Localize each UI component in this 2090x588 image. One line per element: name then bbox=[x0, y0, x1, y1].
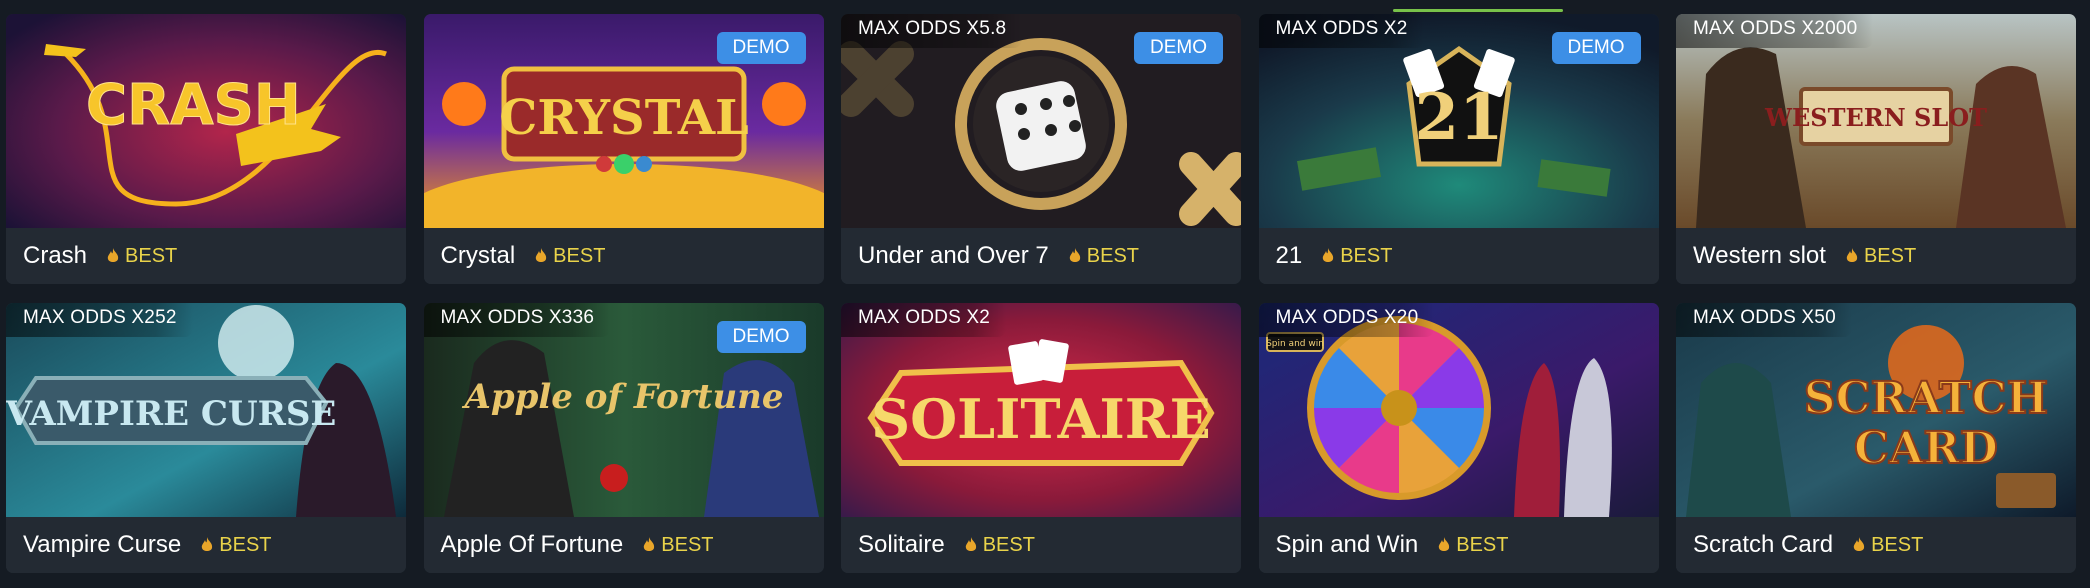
game-title: 21 bbox=[1275, 242, 1303, 269]
game-card-footer: Scratch Card BEST bbox=[1676, 517, 2076, 573]
flame-icon bbox=[965, 537, 976, 551]
game-card-21[interactable]: 21 MAX ODDS X2 DEMO 21 BEST bbox=[1258, 14, 1659, 284]
best-badge: BEST bbox=[107, 245, 177, 268]
max-odds-label: MAX ODDS X20 bbox=[1258, 303, 1435, 337]
best-label: BEST bbox=[1340, 244, 1393, 267]
svg-text:CARD: CARD bbox=[1854, 423, 1998, 474]
game-card-crash[interactable]: CRASH Crash BEST bbox=[6, 14, 406, 284]
game-card-western-slot[interactable]: WESTERN SLOT MAX ODDS X2000 Western slot… bbox=[1676, 14, 2076, 284]
best-badge: BEST bbox=[643, 533, 714, 557]
best-label: BEST bbox=[1456, 533, 1509, 556]
flame-icon bbox=[1846, 248, 1858, 262]
game-card-spin-and-win[interactable]: Spin and win MAX ODDS X20 Spin and Win B… bbox=[1258, 303, 1659, 573]
svg-text:21: 21 bbox=[1414, 80, 1503, 155]
best-label: BEST bbox=[125, 244, 178, 267]
best-badge: BEST bbox=[1846, 245, 1916, 268]
game-card-footer: Western slot BEST bbox=[1676, 228, 2076, 284]
game-title: Under and Over 7 bbox=[858, 242, 1049, 269]
games-grid: CRASH Crash BEST CRYSTAL DEMO Crystal BE… bbox=[6, 14, 2076, 573]
max-odds-label: MAX ODDS X50 bbox=[1676, 303, 1852, 337]
flame-icon bbox=[107, 248, 119, 262]
max-odds-label: MAX ODDS X2000 bbox=[1676, 14, 1874, 48]
game-title: Vampire Curse bbox=[23, 531, 182, 558]
demo-badge[interactable]: DEMO bbox=[1551, 32, 1641, 64]
svg-text:Spin and win: Spin and win bbox=[1266, 339, 1324, 349]
game-card-apple-of-fortune[interactable]: Apple of Fortune MAX ODDS X336 DEMO Appl… bbox=[423, 303, 824, 573]
game-card-under-and-over-7[interactable]: MAX ODDS X5.8 DEMO Under and Over 7 BEST bbox=[841, 14, 1241, 284]
game-title: Apple Of Fortune bbox=[440, 531, 624, 558]
svg-text:VAMPIRE CURSE: VAMPIRE CURSE bbox=[6, 394, 336, 434]
best-label: BEST bbox=[982, 533, 1035, 556]
flame-icon bbox=[644, 537, 655, 551]
game-card-crystal[interactable]: CRYSTAL DEMO Crystal BEST bbox=[423, 14, 824, 284]
max-odds-label: MAX ODDS X252 bbox=[6, 303, 193, 337]
game-card-footer: Vampire Curse BEST bbox=[6, 517, 406, 573]
best-label: BEST bbox=[219, 533, 272, 556]
flame-icon bbox=[1439, 537, 1450, 551]
best-label: BEST bbox=[661, 533, 714, 556]
best-label: BEST bbox=[1086, 244, 1140, 267]
flame-icon bbox=[1323, 248, 1334, 262]
best-badge: BEST bbox=[965, 534, 1035, 557]
best-badge: BEST bbox=[1853, 534, 1923, 557]
flame-icon bbox=[1853, 537, 1865, 551]
demo-badge[interactable]: DEMO bbox=[716, 321, 806, 353]
best-label: BEST bbox=[553, 244, 606, 267]
game-card-footer: Spin and Win BEST bbox=[1258, 517, 1659, 573]
svg-text:CRASH: CRASH bbox=[86, 73, 301, 138]
game-title: Scratch Card bbox=[1693, 531, 1834, 558]
demo-badge[interactable]: DEMO bbox=[1134, 32, 1223, 64]
game-card-footer: Crash BEST bbox=[6, 228, 406, 284]
game-card-vampire-curse[interactable]: VAMPIRE CURSE MAX ODDS X252 Vampire Curs… bbox=[6, 303, 406, 573]
max-odds-label: MAX ODDS X5.8 bbox=[841, 14, 1023, 48]
best-label: BEST bbox=[1871, 533, 1924, 556]
game-card-footer: Crystal BEST bbox=[423, 228, 824, 284]
game-card-scratch-card[interactable]: SCRATCH CARD MAX ODDS X50 Scratch Card B… bbox=[1676, 303, 2076, 573]
game-title: Crystal bbox=[440, 242, 516, 269]
flame-icon bbox=[535, 248, 547, 262]
game-card-footer: 21 BEST bbox=[1258, 228, 1659, 284]
game-card-footer: Under and Over 7 BEST bbox=[841, 228, 1241, 284]
game-title: Solitaire bbox=[858, 531, 945, 558]
active-indicator bbox=[1393, 9, 1563, 12]
max-odds-label: MAX ODDS X2 bbox=[1258, 14, 1424, 48]
best-label: BEST bbox=[1863, 244, 1917, 267]
demo-badge[interactable]: DEMO bbox=[716, 32, 806, 64]
game-title: Crash bbox=[23, 242, 88, 269]
game-thumbnail: CRASH bbox=[6, 14, 406, 228]
game-title: Spin and Win bbox=[1275, 531, 1419, 558]
svg-text:SOLITAIRE: SOLITAIRE bbox=[871, 387, 1211, 451]
best-badge: BEST bbox=[535, 245, 605, 268]
best-badge: BEST bbox=[201, 533, 272, 557]
svg-text:CRYSTAL: CRYSTAL bbox=[499, 90, 749, 146]
best-badge: BEST bbox=[1438, 533, 1509, 557]
svg-text:Apple of Fortune: Apple of Fortune bbox=[461, 377, 783, 417]
svg-text:WESTERN SLOT: WESTERN SLOT bbox=[1764, 103, 1987, 132]
best-badge: BEST bbox=[1069, 245, 1139, 268]
game-card-footer: Apple Of Fortune BEST bbox=[423, 517, 824, 573]
game-title: Western slot bbox=[1693, 242, 1826, 269]
best-badge: BEST bbox=[1322, 245, 1392, 268]
game-card-footer: Solitaire BEST bbox=[841, 517, 1241, 573]
flame-icon bbox=[1069, 248, 1080, 262]
max-odds-label: MAX ODDS X2 bbox=[841, 303, 1007, 337]
flame-icon bbox=[202, 537, 213, 551]
game-card-solitaire[interactable]: SOLITAIRE MAX ODDS X2 Solitaire BEST bbox=[841, 303, 1241, 573]
svg-text:SCRATCH: SCRATCH bbox=[1804, 373, 2048, 424]
max-odds-label: MAX ODDS X336 bbox=[423, 303, 611, 337]
